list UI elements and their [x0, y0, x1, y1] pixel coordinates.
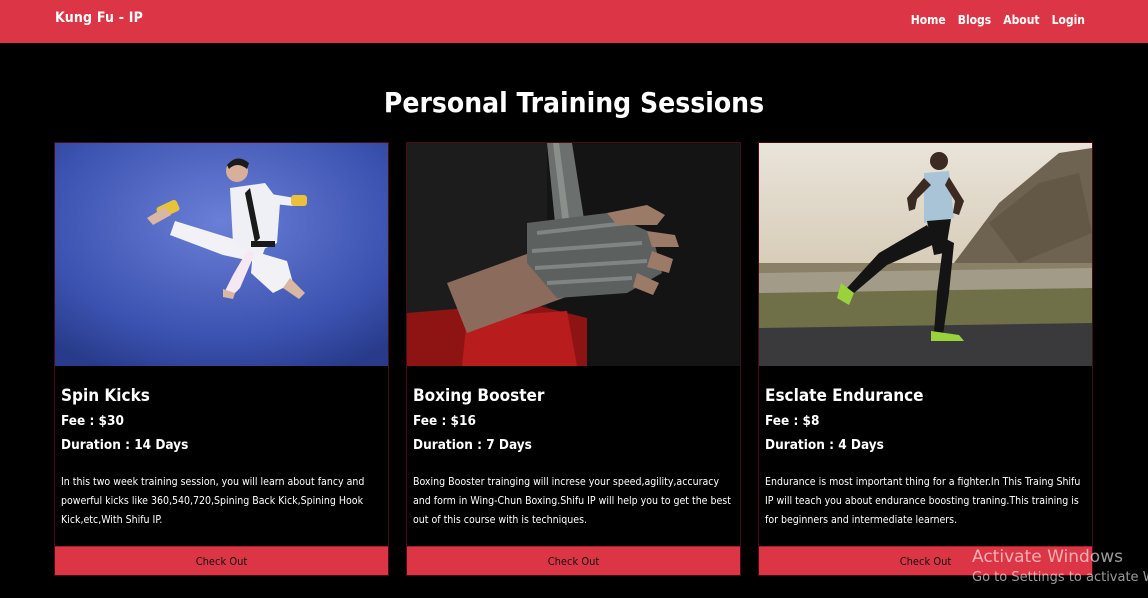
- watermark-subtitle: Go to Settings to activate W: [972, 570, 1148, 585]
- boxing-booster-image: [407, 143, 740, 366]
- card-description: Boxing Booster trainging will increse yo…: [413, 476, 731, 526]
- card-duration: Duration : 14 Days: [61, 437, 189, 453]
- nav-links: Home Blogs About Login: [911, 13, 1085, 27]
- nav-link-home[interactable]: Home: [911, 13, 946, 27]
- card-duration: Duration : 7 Days: [413, 437, 532, 453]
- card-description: Endurance is most important thing for a …: [765, 476, 1081, 526]
- spin-kicks-image: [55, 143, 388, 366]
- card-title: Boxing Booster: [413, 386, 545, 406]
- card-title: Spin Kicks: [61, 386, 150, 406]
- card-fee: Fee : $16: [413, 413, 476, 429]
- training-card-esclate-endurance: Esclate Endurance Fee : $8 Duration : 4 …: [758, 142, 1093, 576]
- card-duration: Duration : 4 Days: [765, 437, 884, 453]
- card-fee: Fee : $30: [61, 413, 124, 429]
- page-title: Personal Training Sessions: [383, 86, 765, 119]
- brand-logo-text[interactable]: Kung Fu - IP: [55, 10, 143, 26]
- training-card-spin-kicks: Spin Kicks Fee : $30 Duration : 14 Days …: [54, 142, 389, 576]
- watermark-title: Activate Windows: [972, 547, 1123, 567]
- card-fee: Fee : $8: [765, 413, 820, 429]
- check-out-button-boxing-booster[interactable]: Check Out: [407, 546, 740, 575]
- top-navbar: Kung Fu - IP Home Blogs About Login: [0, 0, 1148, 43]
- check-out-button-spin-kicks[interactable]: Check Out: [55, 546, 388, 575]
- nav-link-login[interactable]: Login: [1052, 13, 1085, 27]
- esclate-endurance-image: [759, 143, 1092, 366]
- card-title: Esclate Endurance: [765, 386, 924, 406]
- nav-link-blogs[interactable]: Blogs: [958, 13, 992, 27]
- activate-windows-watermark: Activate Windows Go to Settings to activ…: [972, 547, 1148, 585]
- nav-link-about[interactable]: About: [1003, 13, 1039, 27]
- card-description: In this two week training session, you w…: [61, 476, 365, 526]
- training-card-boxing-booster: Boxing Booster Fee : $16 Duration : 7 Da…: [406, 142, 741, 576]
